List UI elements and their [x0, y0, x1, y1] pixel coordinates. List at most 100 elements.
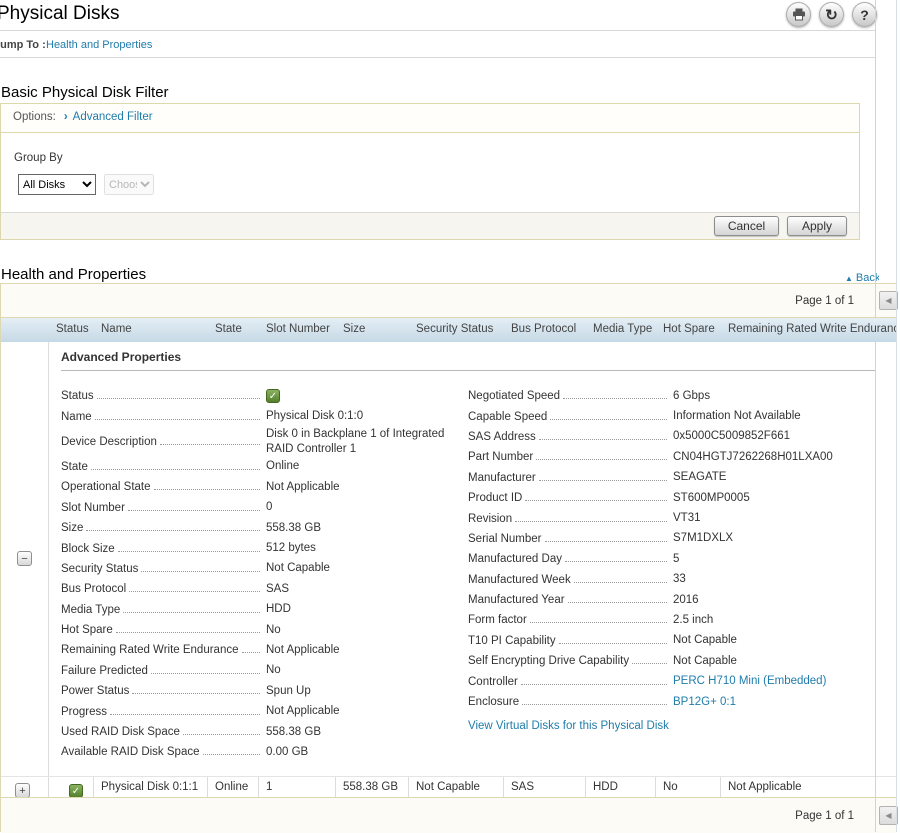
- property-value: Physical Disk 0:1:0: [266, 409, 463, 424]
- column-header-endurance: Remaining Rated Write Endurance: [721, 318, 896, 342]
- choose-select[interactable]: Choose: [104, 174, 154, 195]
- property-label: Remaining Rated Write Endurance: [61, 644, 239, 656]
- property-row-operational-state: Operational State Not Applicable: [61, 477, 463, 497]
- dotted-leader: [203, 746, 261, 755]
- property-value-link-controller[interactable]: PERC H710 Mini (Embedded): [673, 674, 876, 689]
- property-label: Block Size: [61, 543, 115, 555]
- property-row-used-raid-disk-space: Used RAID Disk Space 558.38 GB: [61, 722, 463, 742]
- status-ok-icon: ✓: [69, 784, 83, 797]
- dotted-leader: [128, 502, 260, 511]
- group-by-select[interactable]: All Disks: [18, 174, 96, 195]
- property-value: CN04HGTJ7262268H01LXA00: [673, 450, 876, 465]
- filter-footer: Cancel Apply: [1, 212, 859, 239]
- property-row-self-encrypting-drive-capability: Self Encrypting Drive Capability Not Cap…: [468, 651, 876, 671]
- property-value: S7M1DXLX: [673, 531, 876, 546]
- column-header-slot-number: Slot Number: [259, 318, 336, 342]
- dotted-leader: [522, 696, 667, 705]
- property-row-form-factor: Form factor 2.5 inch: [468, 610, 876, 630]
- property-value: 2016: [673, 593, 876, 608]
- property-value: Not Capable: [673, 633, 876, 648]
- row-size-cell: 558.38 GB: [336, 777, 409, 797]
- row-state-cell: Online: [208, 777, 259, 797]
- expander-cell: −: [1, 342, 49, 776]
- property-value: HDD: [266, 602, 463, 617]
- property-label: Serial Number: [468, 533, 542, 545]
- dotted-leader: [545, 533, 668, 542]
- property-row-hot-spare: Hot Spare No: [61, 620, 463, 640]
- property-label: Media Type: [61, 604, 120, 616]
- column-header-size: Size: [336, 318, 409, 342]
- row-status-cell: ✓: [49, 777, 94, 797]
- property-label: Bus Protocol: [61, 583, 126, 595]
- property-row-slot-number: Slot Number 0: [61, 498, 463, 518]
- column-header-media-type: Media Type: [586, 318, 656, 342]
- options-label: Options:: [13, 111, 56, 123]
- property-label: SAS Address: [468, 431, 536, 443]
- property-row-power-status: Power Status Spun Up: [61, 681, 463, 701]
- dotted-leader: [141, 563, 260, 572]
- dotted-leader: [539, 472, 667, 481]
- property-value: SEAGATE: [673, 470, 876, 485]
- collapse-row-button[interactable]: −: [17, 551, 32, 566]
- property-label: Used RAID Disk Space: [61, 726, 180, 738]
- property-value: Online: [266, 459, 463, 474]
- status-ok-icon: ✓: [266, 389, 280, 403]
- advanced-properties-panel: Advanced Properties Status ✓ Name Physic…: [49, 342, 896, 776]
- expander-cell: +: [1, 777, 49, 797]
- table-footer: Page 1 of 1 ◀: [1, 798, 896, 833]
- table-row[interactable]: + ✓ Physical Disk 0:1:1 Online 1 558.38 …: [1, 776, 896, 798]
- dotted-leader: [539, 431, 667, 440]
- print-button[interactable]: [786, 2, 811, 27]
- properties-column-left: Status ✓ Name Physical Disk 0:1:0 Device…: [61, 386, 463, 763]
- property-label: Device Description: [61, 436, 157, 448]
- view-virtual-disks-link[interactable]: View Virtual Disks for this Physical Dis…: [468, 720, 669, 732]
- property-label: T10 PI Capability: [468, 635, 556, 647]
- property-label: Form factor: [468, 614, 527, 626]
- property-value-link-enclosure[interactable]: BP12G+ 0:1: [673, 695, 876, 710]
- dotted-leader: [183, 726, 260, 735]
- property-value: Not Capable: [266, 561, 463, 576]
- pagination-label: Page 1 of 1: [795, 810, 854, 822]
- property-label: Power Status: [61, 685, 129, 697]
- dotted-leader: [568, 594, 667, 603]
- jump-to-bar: Jump To : Health and Properties: [0, 32, 875, 58]
- property-row-t10-pi-capability: T10 PI Capability Not Capable: [468, 631, 876, 651]
- expand-row-button[interactable]: +: [15, 783, 30, 797]
- refresh-button[interactable]: ↻: [819, 2, 844, 27]
- help-icon: ?: [860, 7, 869, 23]
- property-value: No: [266, 623, 463, 638]
- printer-icon: [792, 8, 806, 21]
- row-slot-cell: 1: [259, 777, 336, 797]
- property-row-remaining-rated-write-endurance: Remaining Rated Write Endurance Not Appl…: [61, 640, 463, 660]
- dotted-leader: [129, 583, 260, 592]
- jump-link-health-and-properties[interactable]: Health and Properties: [46, 39, 152, 51]
- property-value: SAS: [266, 582, 463, 597]
- expanded-detail-row: − Advanced Properties Status ✓ Name Phys…: [1, 342, 896, 776]
- property-value: Not Applicable: [266, 643, 463, 658]
- property-label: Hot Spare: [61, 624, 113, 636]
- dotted-leader: [132, 685, 260, 694]
- property-value: Not Applicable: [266, 480, 463, 495]
- advanced-filter-link[interactable]: Advanced Filter: [73, 111, 153, 123]
- property-value: No: [266, 663, 463, 678]
- properties-column-right: Negotiated Speed 6 Gbps Capable Speed In…: [468, 386, 876, 763]
- property-label: Available RAID Disk Space: [61, 746, 200, 758]
- chevron-right-icon: ›: [64, 111, 68, 123]
- property-value: 6 Gbps: [673, 389, 876, 404]
- cancel-button[interactable]: Cancel: [714, 216, 779, 236]
- row-security-cell: Not Capable: [409, 777, 504, 797]
- dotted-leader: [97, 390, 260, 399]
- property-label: Progress: [61, 706, 107, 718]
- property-label: Part Number: [468, 451, 533, 463]
- property-value: 5: [673, 552, 876, 567]
- dotted-leader: [154, 481, 260, 490]
- dotted-leader: [559, 635, 667, 644]
- page-right-border: [896, 0, 897, 832]
- apply-button[interactable]: Apply: [787, 216, 847, 236]
- help-button[interactable]: ?: [852, 2, 877, 27]
- dotted-leader: [530, 614, 667, 623]
- dotted-leader: [565, 553, 667, 562]
- filter-panel: Options:›Advanced Filter Group By All Di…: [0, 103, 860, 240]
- column-header-bus-protocol: Bus Protocol: [504, 318, 586, 342]
- property-row-manufactured-day: Manufactured Day 5: [468, 549, 876, 569]
